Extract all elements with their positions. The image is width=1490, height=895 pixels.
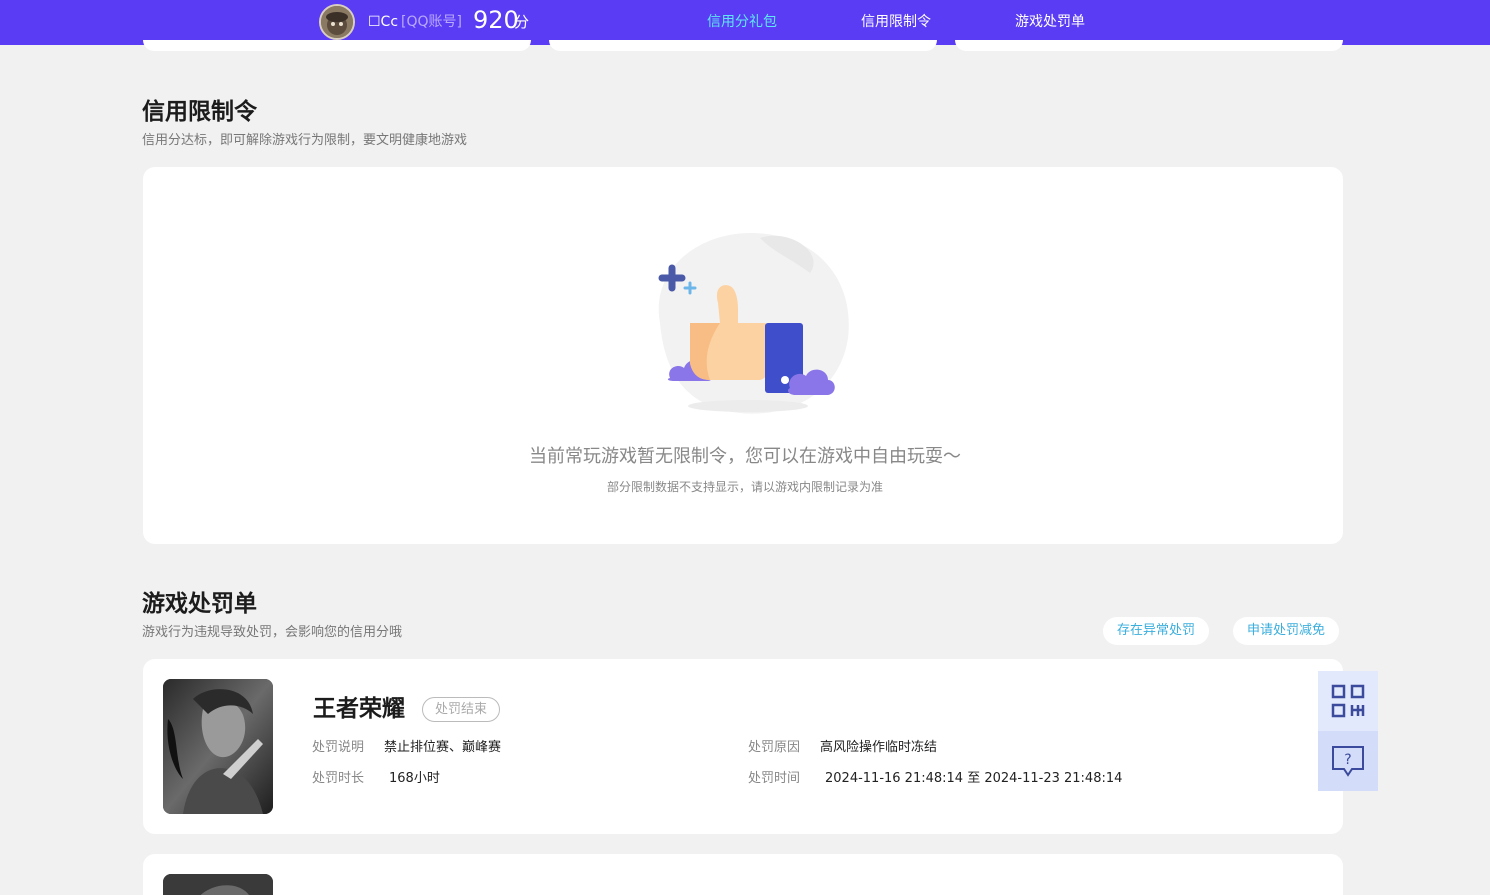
qr-code-button[interactable] xyxy=(1318,671,1378,731)
thumbs-up-illustration xyxy=(640,228,855,418)
gift-card-edge xyxy=(549,40,937,51)
penalty-title: 游戏处罚单 xyxy=(142,591,257,617)
qr-code-icon xyxy=(1331,684,1365,718)
game-thumbnail xyxy=(163,679,273,814)
help-feedback-button[interactable]: ? xyxy=(1318,731,1378,791)
penalty-duration-label: 处罚时长 xyxy=(312,771,365,786)
svg-text:?: ? xyxy=(1344,752,1351,768)
game-thumbnail xyxy=(163,874,273,895)
penalty-subtitle: 游戏行为违规导致处罚，会影响您的信用分哦 xyxy=(142,625,403,640)
empty-state-note: 部分限制数据不支持显示，请以游戏内限制记录为准 xyxy=(606,480,883,494)
user-name: ☐Cc xyxy=(368,14,399,30)
user-avatar[interactable] xyxy=(319,4,355,40)
penalty-duration-value: 168小时 xyxy=(389,771,440,786)
penalty-reason-value: 高风险操作临时冻结 xyxy=(820,740,938,755)
floating-toolbar: ? xyxy=(1318,671,1378,791)
account-type-label: [QQ账号] xyxy=(401,14,462,30)
penalty-desc-value: 禁止排位赛、巅峰赛 xyxy=(384,740,502,755)
restriction-subtitle: 信用分达标，即可解除游戏行为限制，要文明健康地游戏 xyxy=(142,133,468,148)
penalty-time-value: 2024-11-16 21:48:14 至 2024-11-23 21:48:1… xyxy=(825,771,1123,786)
tab-game-penalty[interactable]: 游戏处罚单 xyxy=(1015,13,1085,31)
credit-score: 920 xyxy=(473,6,519,34)
penalty-desc-label: 处罚说明 xyxy=(312,740,365,755)
credit-score-unit: 分 xyxy=(514,13,530,31)
abnormal-penalty-button[interactable]: 存在异常处罚 xyxy=(1103,617,1210,645)
game-name: 王者荣耀 xyxy=(313,696,405,722)
status-badge: 处罚结束 xyxy=(422,697,501,722)
tab-credit-gift[interactable]: 信用分礼包 xyxy=(707,13,777,31)
apply-reduction-button[interactable]: 申请处罚减免 xyxy=(1233,617,1340,645)
penalty-reason-label: 处罚原因 xyxy=(748,740,801,755)
tab-credit-restriction[interactable]: 信用限制令 xyxy=(861,13,931,31)
penalty-card xyxy=(143,854,1343,895)
empty-state-message: 当前常玩游戏暂无限制令，您可以在游戏中自由玩耍～ xyxy=(529,446,961,467)
gift-card-edge xyxy=(143,40,531,51)
penalty-time-label: 处罚时间 xyxy=(748,771,801,786)
restriction-title: 信用限制令 xyxy=(142,99,257,125)
help-chat-icon: ? xyxy=(1332,746,1364,777)
gift-card-edge xyxy=(955,40,1343,51)
top-nav-bar: ☐Cc [QQ账号] 920 分 信用分礼包 信用限制令 游戏处罚单 xyxy=(0,0,1490,45)
